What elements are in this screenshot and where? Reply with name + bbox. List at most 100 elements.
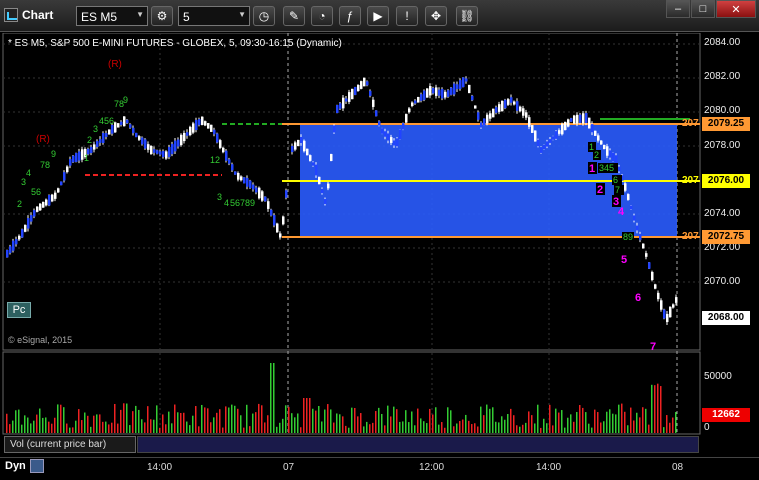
maximize-button[interactable]: □ xyxy=(691,0,715,18)
interval-input[interactable]: 5 ▼ xyxy=(178,6,250,26)
price-chart[interactable]: (R) (R) 23 456 789 12 3456 789 123 4 5678… xyxy=(0,33,759,457)
volume-bar xyxy=(60,404,62,433)
volume-bar xyxy=(324,409,326,433)
volume-bar xyxy=(672,417,674,433)
volume-bar xyxy=(435,407,437,433)
price-bar xyxy=(225,150,228,161)
volume-bar xyxy=(633,420,635,433)
studies-button[interactable]: ◔ xyxy=(311,6,333,26)
dyn-toggle-icon[interactable] xyxy=(30,459,44,473)
price-bar xyxy=(249,180,252,188)
chart-toolbar: Chart ES M5 ▼ ⚙ 5 ▼ ◷ ✎ ◔ ƒ ▶ ! ✥ ⛓ – □ … xyxy=(0,0,759,32)
chevron-down-icon[interactable]: ▼ xyxy=(136,10,144,19)
volume-bar xyxy=(153,419,155,433)
close-button[interactable]: ✕ xyxy=(716,0,756,18)
volume-bar xyxy=(30,423,32,433)
price-bar xyxy=(192,123,195,133)
price-bar xyxy=(135,132,138,138)
time-axis xyxy=(0,457,759,480)
volume-bar xyxy=(510,408,512,433)
volume-bar xyxy=(54,417,56,433)
volume-bar xyxy=(549,404,551,433)
price-bar xyxy=(57,188,60,193)
price-bar xyxy=(321,188,324,194)
volume-bar xyxy=(513,415,515,433)
volume-bar xyxy=(117,423,119,433)
chevron-down-icon[interactable]: ▼ xyxy=(238,10,246,19)
price-bar xyxy=(531,125,534,133)
volume-bar xyxy=(9,424,11,433)
price-bar xyxy=(429,86,432,96)
price-bar xyxy=(189,126,192,136)
volume-bar xyxy=(327,404,329,433)
volume-bar xyxy=(303,398,305,433)
symbol-input[interactable]: ES M5 ▼ xyxy=(76,6,148,26)
volume-bar xyxy=(594,409,596,433)
link-button[interactable]: ⛓ xyxy=(456,6,478,26)
volume-bar xyxy=(369,424,371,433)
price-bar xyxy=(33,210,36,217)
price-bar xyxy=(24,224,27,232)
price-bar xyxy=(456,84,459,90)
volume-bar xyxy=(348,427,350,433)
x-tick: 14:00 xyxy=(536,462,562,473)
price-bar xyxy=(156,150,159,154)
count-label: 456 xyxy=(99,116,114,126)
volume-scroll-track[interactable] xyxy=(137,436,699,453)
price-bar xyxy=(366,81,369,86)
volume-bar xyxy=(441,422,443,433)
price-bar xyxy=(66,166,69,173)
volume-bar xyxy=(477,426,479,433)
price-bar xyxy=(582,113,585,124)
volume-bar xyxy=(294,417,296,433)
magenta-count: 2 xyxy=(597,184,603,196)
price-bar xyxy=(351,88,354,100)
dyn-label[interactable]: Dyn xyxy=(5,460,26,472)
volume-bar xyxy=(654,385,656,433)
r-label: (R) xyxy=(36,134,50,145)
time-template-button[interactable]: ◷ xyxy=(253,6,275,26)
volume-bar xyxy=(300,427,302,433)
volume-bar xyxy=(444,427,446,433)
volume-bar xyxy=(201,404,203,433)
minimize-button[interactable]: – xyxy=(666,0,690,18)
price-bar xyxy=(612,152,615,162)
count-label: 3 xyxy=(21,177,26,187)
magenta-count: 4 xyxy=(618,206,625,218)
price-bar xyxy=(408,108,411,113)
play-button[interactable]: ▶ xyxy=(367,6,389,26)
volume-bar xyxy=(315,410,317,433)
price-bar xyxy=(471,95,474,101)
link-settings-button[interactable]: ⚙ xyxy=(151,6,173,26)
x-tick: 08 xyxy=(672,462,684,473)
volume-bar xyxy=(81,420,83,433)
volume-bar xyxy=(306,398,308,433)
volume-bar xyxy=(624,411,626,433)
volume-panel-label[interactable]: Vol (current price bar) xyxy=(4,436,136,453)
volume-bar xyxy=(225,406,227,433)
price-bar xyxy=(330,154,333,161)
volume-bar xyxy=(489,408,491,433)
price-bar xyxy=(477,112,480,120)
volume-bar xyxy=(291,413,293,433)
draw-tool-button[interactable]: ✎ xyxy=(283,6,305,26)
price-bar xyxy=(528,117,531,127)
price-bar xyxy=(324,199,327,204)
volume-bar xyxy=(657,383,659,433)
price-bar xyxy=(105,132,108,138)
price-bar xyxy=(312,162,315,166)
cursor-button[interactable]: ✥ xyxy=(425,6,447,26)
volume-bar xyxy=(540,427,542,433)
volume-bar xyxy=(21,424,23,433)
volume-bar xyxy=(198,426,200,433)
x-tick: 07 xyxy=(283,462,295,473)
pencil-icon: ✎ xyxy=(288,9,300,23)
formula-icon: ƒ xyxy=(346,9,354,23)
price-bar xyxy=(387,133,390,141)
pc-button[interactable]: Pc xyxy=(7,302,31,318)
volume-bar xyxy=(99,414,101,433)
alert-button[interactable]: ! xyxy=(396,6,418,26)
volume-bar xyxy=(243,427,245,433)
price-bar xyxy=(69,159,72,166)
formula-button[interactable]: ƒ xyxy=(339,6,361,26)
